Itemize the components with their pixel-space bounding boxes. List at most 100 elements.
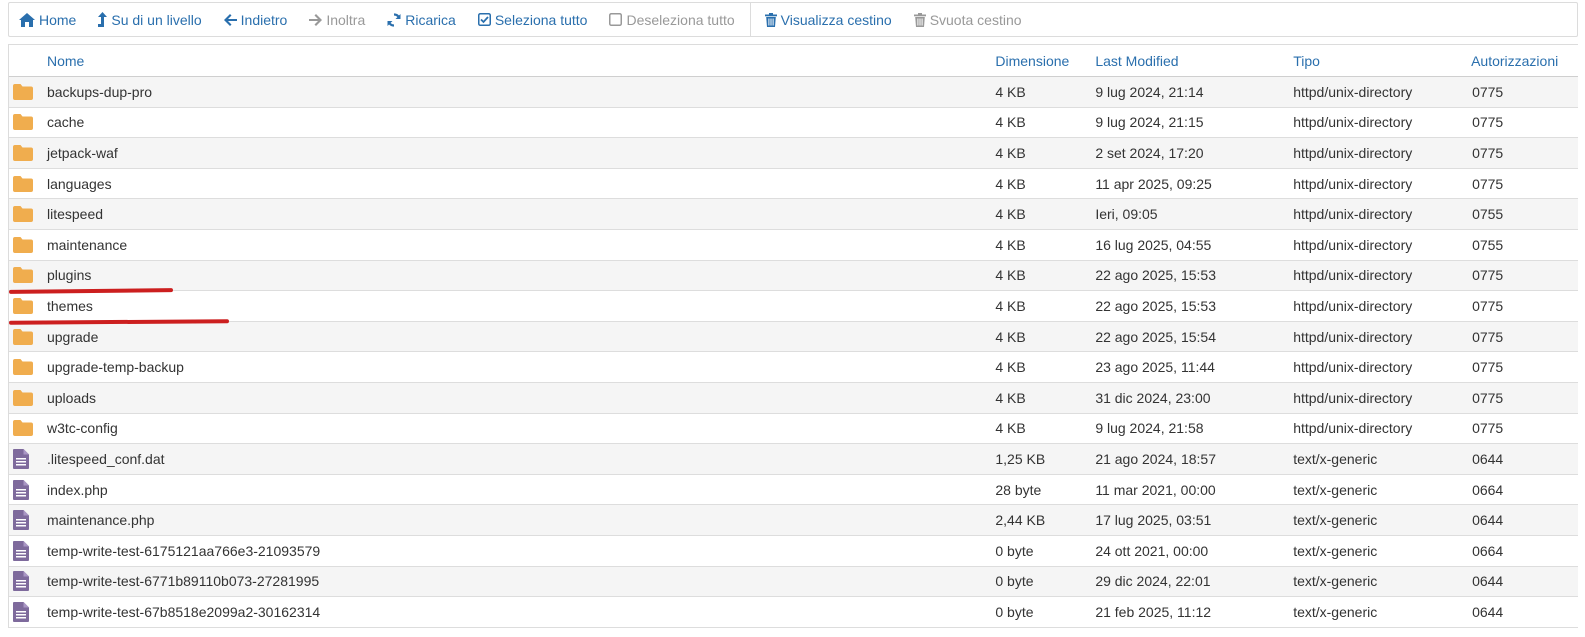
file-size: 0 byte (995, 573, 1034, 590)
file-name[interactable]: temp-write-test-6175121aa766e3-21093579 (47, 543, 995, 559)
file-type: text/x-generic (1293, 512, 1378, 529)
file-name[interactable]: languages (47, 176, 995, 192)
header-size[interactable]: Dimensione (995, 53, 1095, 69)
file-permissions: 0775 (1472, 297, 1504, 314)
view-trash-label: Visualizza cestino (780, 11, 892, 28)
file-name[interactable]: .litespeed_conf.dat (47, 451, 995, 467)
file-permissions: 0664 (1472, 481, 1504, 498)
table-row[interactable]: cache 4 KB 9 lug 2024, 21:15 httpd/unix-dir… (9, 107, 1578, 139)
icon-cell (9, 144, 47, 161)
table-row[interactable]: maintenance 4 KB 16 lug 2025, 04:55 httpd/u… (9, 229, 1578, 261)
file-last-modified: 9 lug 2024, 21:58 (1095, 420, 1204, 437)
file-permissions: 0755 (1472, 236, 1504, 253)
file-permissions: 0775 (1472, 420, 1504, 437)
icon-cell (9, 448, 47, 469)
folder-icon (13, 144, 33, 161)
table-row[interactable]: upgrade-temp-backup 4 KB 23 ago 2025, 11:4… (9, 352, 1578, 383)
up-level-label: Su di un livello (111, 11, 202, 28)
file-size: 4 KB (995, 359, 1026, 376)
table-row[interactable]: plugins 4 KB 22 ago 2025, 15:53 httpd/unix-… (9, 260, 1578, 292)
back-button[interactable]: Indietro (213, 3, 299, 36)
table-row[interactable]: upgrade 4 KB 22 ago 2025, 15:54 httpd/unix-… (9, 321, 1578, 353)
table-row[interactable]: temp-write-test-6771b89110b073-27281995 0… (9, 566, 1578, 598)
file-name[interactable]: themes (47, 298, 995, 314)
file-size: 2,44 KB (995, 512, 1046, 529)
header-last-modified[interactable]: Last Modified (1095, 53, 1293, 69)
table-row[interactable]: themes 4 KB 22 ago 2025, 15:53 httpd/unix-d… (9, 291, 1578, 322)
header-type[interactable]: Tipo (1293, 53, 1471, 69)
select-all-button[interactable]: Seleziona tutto (467, 3, 599, 36)
file-last-modified: 23 ago 2025, 11:44 (1095, 359, 1215, 376)
deselect-all-button[interactable]: Deseleziona tutto (598, 3, 745, 36)
file-name[interactable]: maintenance.php (47, 512, 995, 528)
file-name[interactable]: upgrade (47, 329, 995, 345)
file-name[interactable]: backups-dup-pro (47, 84, 995, 100)
folder-icon (13, 114, 33, 131)
refresh-icon (387, 12, 401, 27)
file-name[interactable]: cache (47, 114, 995, 130)
empty-trash-button[interactable]: Svuota cestino (903, 3, 1033, 36)
table-row[interactable]: languages 4 KB 11 apr 2025, 09:25 httpd/uni… (9, 168, 1578, 200)
file-name[interactable]: upgrade-temp-backup (47, 359, 995, 375)
file-type: httpd/unix-directory (1293, 144, 1413, 161)
file-icon (13, 479, 29, 500)
file-icon (13, 448, 29, 469)
icon-cell (9, 359, 47, 376)
file-last-modified: Ieri, 09:05 (1095, 206, 1158, 223)
table-row[interactable]: index.php 28 byte 11 mar 2021, 00:00 text/x… (9, 474, 1578, 506)
folder-icon (13, 328, 33, 345)
folder-icon (13, 389, 33, 406)
file-name[interactable]: temp-write-test-6771b89110b073-27281995 (47, 573, 995, 589)
file-name[interactable]: w3tc-config (47, 420, 995, 436)
header-name[interactable]: Nome (47, 53, 995, 69)
file-name[interactable]: maintenance (47, 237, 995, 253)
table-row[interactable]: .litespeed_conf.dat 1,25 KB 21 ago 2024, 1… (9, 444, 1578, 475)
table-row[interactable]: backups-dup-pro 4 KB 9 lug 2024, 21:14 http… (9, 77, 1578, 108)
icon-cell (9, 328, 47, 345)
folder-icon (13, 420, 33, 437)
icon-cell (9, 297, 47, 314)
file-type: text/x-generic (1293, 481, 1378, 498)
header-permissions[interactable]: Autorizzazioni (1471, 53, 1578, 69)
folder-icon (13, 359, 33, 376)
reload-button[interactable]: Ricarica (376, 3, 467, 36)
view-trash-button[interactable]: Visualizza cestino (755, 3, 903, 36)
table-row[interactable]: w3tc-config 4 KB 9 lug 2024, 21:58 httpd/un… (9, 413, 1578, 445)
file-type: text/x-generic (1293, 573, 1378, 590)
checkbox-empty-icon (609, 13, 623, 26)
file-size: 28 byte (995, 481, 1042, 498)
file-last-modified: 16 lug 2025, 04:55 (1095, 236, 1212, 253)
file-last-modified: 9 lug 2024, 21:14 (1095, 83, 1204, 100)
forward-button[interactable]: Inoltra (298, 3, 376, 36)
home-button[interactable]: Home (9, 3, 87, 36)
file-last-modified: 24 ott 2021, 00:00 (1095, 542, 1209, 559)
file-type: httpd/unix-directory (1293, 328, 1413, 345)
file-last-modified: 22 ago 2025, 15:53 (1095, 267, 1216, 284)
table-row[interactable]: temp-write-test-67b8518e2099a2-30162314 0… (9, 597, 1578, 628)
icon-cell (9, 479, 47, 500)
file-type: httpd/unix-directory (1293, 267, 1413, 284)
file-permissions: 0644 (1472, 450, 1504, 467)
file-permissions: 0775 (1472, 144, 1504, 161)
file-permissions: 0644 (1472, 512, 1504, 529)
table-row[interactable]: uploads 4 KB 31 dic 2024, 23:00 httpd/unix-… (9, 382, 1578, 414)
file-name[interactable]: index.php (47, 482, 995, 498)
file-last-modified: 9 lug 2024, 21:15 (1095, 114, 1204, 131)
file-name[interactable]: uploads (47, 390, 995, 406)
deselect-all-label: Deseleziona tutto (626, 11, 735, 28)
file-size: 1,25 KB (995, 450, 1046, 467)
icon-cell (9, 236, 47, 253)
file-name[interactable]: plugins (47, 267, 995, 283)
file-size: 4 KB (995, 267, 1026, 284)
table-row[interactable]: maintenance.php 2,44 KB 17 lug 2025, 03:51… (9, 505, 1578, 536)
file-name[interactable]: litespeed (47, 206, 995, 222)
up-level-button[interactable]: Su di un livello (87, 3, 212, 36)
table-row[interactable]: jetpack-waf 4 KB 2 set 2024, 17:20 httpd/un… (9, 138, 1578, 169)
icon-cell (9, 267, 47, 284)
file-size: 4 KB (995, 144, 1026, 161)
file-name[interactable]: jetpack-waf (47, 145, 995, 161)
table-row[interactable]: temp-write-test-6175121aa766e3-21093579 0… (9, 535, 1578, 567)
file-name[interactable]: temp-write-test-67b8518e2099a2-30162314 (47, 604, 995, 620)
table-row[interactable]: litespeed 4 KB Ieri, 09:05 httpd/unix-direc… (9, 199, 1578, 230)
arrow-left-icon (223, 13, 237, 26)
